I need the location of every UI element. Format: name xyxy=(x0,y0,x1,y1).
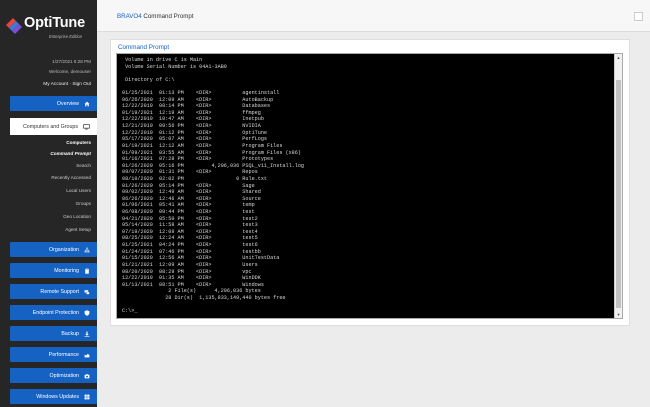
terminal-line: 12/22/2019 01:12 PM <DIR> OptiTune xyxy=(122,129,267,136)
nav-overview-label: Overview xyxy=(56,100,79,107)
header-toggle-button[interactable] xyxy=(634,12,643,21)
subnav-search[interactable]: Search xyxy=(76,163,91,168)
terminal-line: 12/21/2019 09:56 PM <DIR> NVIDIA xyxy=(122,123,261,130)
terminal-line: 07/19/2020 12:09 AM <DIR> test4 xyxy=(122,228,258,235)
terminal-line: 01/16/2021 07:28 PM <DIR> Prototypes xyxy=(122,156,274,163)
nav-remote-support[interactable]: Remote Support xyxy=(10,284,97,299)
brand-edition: Enterprise Edition xyxy=(49,34,83,39)
nav-performance-label: Performance xyxy=(48,351,79,358)
nav-optimization[interactable]: Optimization xyxy=(10,368,97,383)
panel-title: Command Prompt xyxy=(118,44,170,51)
terminal-line: 01/26/2020 05:16 PM 4,206,036 PSQL_v11_I… xyxy=(122,162,305,169)
remote-icon xyxy=(84,289,90,295)
terminal-line: 08/20/2020 08:29 PM <DIR> vpc xyxy=(122,268,252,275)
nav-windows-updates-label: Windows Updates xyxy=(36,393,79,400)
subnav-groups[interactable]: Groups xyxy=(76,201,91,206)
account-links[interactable]: My Account · Sign Out xyxy=(43,82,91,87)
terminal-line: Volume in drive C is Main xyxy=(122,57,203,63)
nav-remote-support-label: Remote Support xyxy=(40,288,79,295)
nav-backup-label: Backup xyxy=(61,330,79,337)
terminal-line: 04/21/2020 05:50 PM <DIR> test2 xyxy=(122,215,258,222)
terminal-line: 01/19/2021 12:19 AM <DIR> ffmpeg xyxy=(122,109,261,116)
camera-icon xyxy=(84,373,90,378)
terminal-line: 05/14/2020 11:58 AM <DIR> test3 xyxy=(122,222,258,229)
nav-computers-and-groups[interactable]: Computers and Groups xyxy=(10,118,97,135)
terminal-line: 01/15/2020 12:56 AM <DIR> UnitTestData xyxy=(122,255,280,262)
terminal-line: 01/25/2021 01:13 PM <DIR> agentinstall xyxy=(122,90,280,97)
terminal-line: 06/26/2020 12:46 AM <DIR> Source xyxy=(122,195,261,202)
scroll-up-arrow-icon[interactable]: ▲ xyxy=(615,54,622,61)
nav-windows-updates[interactable]: Windows Updates xyxy=(10,389,97,404)
brand-name: OptiTune xyxy=(24,15,85,31)
nav-organization-label: Organization xyxy=(48,246,79,253)
terminal-line: 12/22/2019 01:35 AM <DIR> WinDDK xyxy=(122,275,261,282)
terminal-console[interactable]: Volume in drive C is Main Volume Serial … xyxy=(116,53,623,319)
terminal-line: 12/22/2019 10:47 AM <DIR> Inetpub xyxy=(122,116,264,123)
terminal-line: 01/26/2020 05:14 PM <DIR> Sage xyxy=(122,182,255,189)
nav-optimization-label: Optimization xyxy=(49,372,79,379)
nav-monitoring[interactable]: Monitoring xyxy=(10,263,97,278)
brand-logo[interactable]: OptiTune Enterprise Edition xyxy=(4,12,97,44)
subnav-command-prompt[interactable]: Command Prompt xyxy=(50,151,91,156)
page-header: BRAVO4 Command Prompt xyxy=(97,0,650,32)
home-icon xyxy=(84,101,90,106)
sidebar: OptiTune Enterprise Edition 1/27/2021 8:… xyxy=(0,0,97,407)
terminal-line: 05/17/2020 05:07 AM <DIR> PerfLogs xyxy=(122,136,267,143)
subnav-recently-accessed[interactable]: Recently Accessed xyxy=(51,175,91,180)
sitemap-icon xyxy=(84,247,90,252)
nav-computers-and-groups-label: Computers and Groups xyxy=(22,123,78,130)
clipboard-icon xyxy=(85,267,89,274)
terminal-line: 01/21/2021 12:09 AM <DIR> Users xyxy=(122,261,258,268)
terminal-line: 01/19/2021 12:12 AM <DIR> Program Files xyxy=(122,142,283,149)
subnav-computers[interactable]: Computers xyxy=(66,140,91,145)
nav-endpoint-protection[interactable]: Endpoint Protection xyxy=(10,305,97,320)
nav-monitoring-label: Monitoring xyxy=(54,267,79,274)
terminal-line: 01/13/2021 08:51 PM <DIR> Windows xyxy=(122,281,264,288)
scrollbar-thumb[interactable] xyxy=(616,80,621,308)
nav-overview[interactable]: Overview xyxy=(10,96,97,111)
breadcrumb-device-link[interactable]: BRAVO4 xyxy=(117,13,142,20)
terminal-line: C:\>_ xyxy=(122,308,138,315)
terminal-line: 01/06/2021 05:41 AM <DIR> temp xyxy=(122,202,255,209)
right-margin xyxy=(630,32,650,407)
monitor-icon xyxy=(83,123,90,129)
session-datetime: 1/27/2021 8:28 PM xyxy=(52,59,91,64)
terminal-line: 01/25/2021 04:24 PM <DIR> test6 xyxy=(122,242,258,249)
area-chart-icon xyxy=(84,353,90,357)
terminal-line: 01/24/2021 07:46 PM <DIR> testbb xyxy=(122,248,261,255)
subnav-agent-setup[interactable]: Agent Setup xyxy=(65,227,91,232)
optitune-logo-icon xyxy=(6,18,22,34)
terminal-line: 09/02/2020 12:49 AM <DIR> Shared xyxy=(122,189,261,196)
download-icon xyxy=(84,331,90,337)
scroll-down-arrow-icon[interactable]: ▼ xyxy=(615,311,622,318)
shield-icon xyxy=(84,309,90,316)
terminal-line: 08/10/2020 02:02 PM 0 Rule.txt xyxy=(122,175,267,182)
subnav-local-users[interactable]: Local Users xyxy=(66,188,91,193)
terminal-line: 28 Dir(s) 1,135,833,149,440 bytes free xyxy=(122,294,286,301)
page-title: Command Prompt xyxy=(143,13,194,20)
terminal-line: 08/25/2020 12:24 AM <DIR> test5 xyxy=(122,235,258,242)
nav-backup[interactable]: Backup xyxy=(10,326,97,341)
terminal-line: 06/08/2020 09:44 PM <DIR> test xyxy=(122,209,255,216)
subnav-geo-location[interactable]: Geo Location xyxy=(63,214,91,219)
terminal-line: 06/26/2020 12:09 AM <DIR> AutoBackup xyxy=(122,96,274,103)
terminal-line: 01/09/2021 03:55 AM <DIR> Program Files … xyxy=(122,149,301,156)
nav-organization[interactable]: Organization xyxy=(10,242,97,257)
terminal-output: Volume in drive C is Main Volume Serial … xyxy=(122,57,612,315)
windows-icon xyxy=(84,394,90,399)
terminal-line: 12/22/2019 08:14 PM <DIR> Databases xyxy=(122,103,271,110)
nav-endpoint-protection-label: Endpoint Protection xyxy=(32,309,79,316)
breadcrumb: BRAVO4 Command Prompt xyxy=(117,13,194,20)
welcome-text: Welcome, demouser xyxy=(48,69,91,74)
terminal-line: 09/07/2020 01:31 PM <DIR> Repos xyxy=(122,169,258,176)
nav-performance[interactable]: Performance xyxy=(10,347,97,362)
terminal-line: 2 File(s) 4,206,036 bytes xyxy=(122,288,261,295)
terminal-scrollbar[interactable]: ▲ ▼ xyxy=(614,54,622,318)
terminal-line: Directory of C:\ xyxy=(122,76,175,83)
terminal-line: Volume Serial Number is 04A1-3AB9 xyxy=(122,63,227,70)
